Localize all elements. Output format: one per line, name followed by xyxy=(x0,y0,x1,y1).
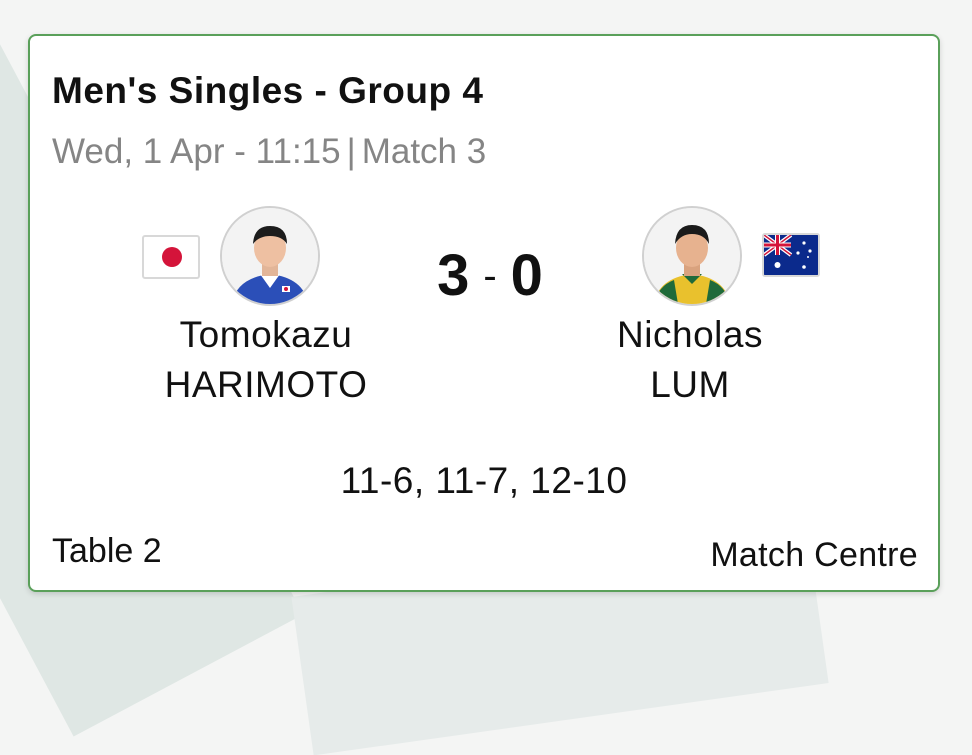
match-info: Wed, 1 Apr - 11:15 | Match 3 xyxy=(52,132,486,172)
match-date-time: Wed, 1 Apr - 11:15 xyxy=(52,132,341,171)
table-number: Table 2 xyxy=(52,532,162,570)
player2-score: 0 xyxy=(510,243,543,308)
event-title: Men's Singles - Group 4 xyxy=(52,70,484,111)
player2-first-name: Nicholas xyxy=(617,314,763,355)
player2-last-name: LUM xyxy=(650,364,730,405)
player1-score: 3 xyxy=(437,243,470,308)
match-score: 3-0 xyxy=(410,242,570,309)
australia-flag-icon xyxy=(762,233,820,277)
player1-avatar[interactable] xyxy=(220,206,320,306)
info-separator: | xyxy=(346,132,356,171)
match-centre-link[interactable]: Match Centre xyxy=(710,536,918,575)
japan-flag-icon xyxy=(142,235,200,279)
match-number: Match 3 xyxy=(361,132,487,171)
game-scores: 11-6, 11-7, 12-10 xyxy=(340,460,628,501)
match-card[interactable]: Men's Singles - Group 4 Wed, 1 Apr - 11:… xyxy=(28,34,940,592)
player1-first-name: Tomokazu xyxy=(179,314,353,355)
player1-name[interactable]: Tomokazu HARIMOTO xyxy=(116,310,416,410)
player2-avatar[interactable] xyxy=(642,206,742,306)
player2-name[interactable]: Nicholas LUM xyxy=(540,310,840,410)
player1-last-name: HARIMOTO xyxy=(164,364,368,405)
score-dash: - xyxy=(483,254,497,298)
